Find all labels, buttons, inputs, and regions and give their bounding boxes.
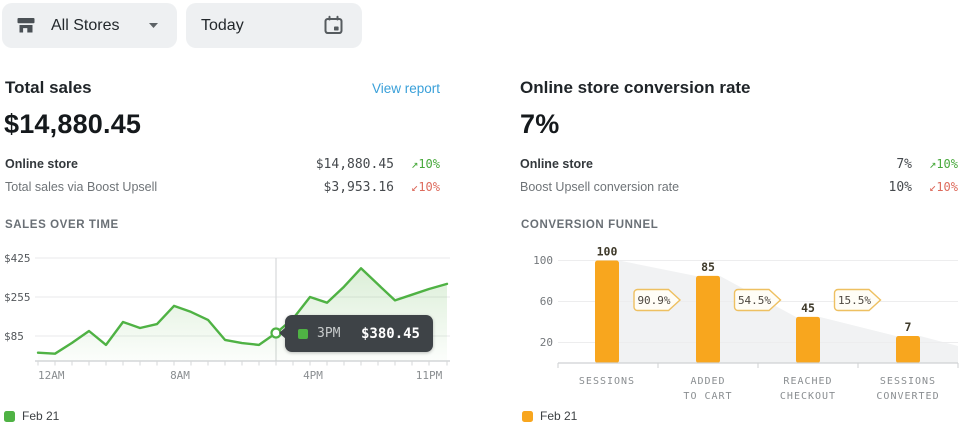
- total-sales-amount: $14,880.45: [4, 109, 141, 140]
- conversion-rate-value: 7%: [520, 109, 559, 140]
- svg-text:$85: $85: [4, 330, 24, 343]
- funnel-bar-value: 45: [801, 301, 815, 315]
- metric-label: Boost Upsell conversion rate: [520, 180, 889, 194]
- legend-label: Feb 21: [22, 409, 59, 423]
- tooltip-series-swatch: [298, 329, 308, 339]
- date-selector-label: Today: [201, 17, 244, 35]
- svg-text:100: 100: [533, 254, 553, 267]
- funnel-stage-percentage: 54.5%: [738, 294, 771, 307]
- view-report-link[interactable]: View report: [358, 81, 440, 96]
- store-selector-label: All Stores: [51, 17, 119, 35]
- funnel-stage-percentage: 15.5%: [838, 294, 871, 307]
- date-range-selector[interactable]: Today: [186, 3, 362, 48]
- svg-text:$255: $255: [4, 291, 31, 304]
- funnel-legend: Feb 21: [522, 409, 577, 423]
- store-selector[interactable]: All Stores: [2, 3, 177, 48]
- metric-value: $14,880.45: [316, 157, 394, 172]
- conversion-row-boost-upsell: Boost Upsell conversion rate 10% ↙10%: [520, 180, 958, 195]
- sales-over-time-heading: SALES OVER TIME: [5, 219, 119, 231]
- y-axis-labels: 100 60 20: [533, 254, 553, 349]
- svg-text:$425: $425: [4, 252, 31, 265]
- funnel-stage-badges: 90.9% 54.5% 15.5%: [634, 290, 881, 311]
- storefront-icon: [16, 16, 36, 35]
- funnel-bar[interactable]: [896, 336, 920, 363]
- svg-text:8AM: 8AM: [170, 369, 190, 382]
- legend-swatch-green: [4, 411, 15, 422]
- x-axis-ticks: [558, 363, 958, 368]
- conversion-funnel-chart[interactable]: 100 85 45 7 90.9% 54.5% 15.5% 100 60 20: [515, 245, 960, 380]
- metric-value: $3,953.16: [324, 180, 394, 195]
- legend-label: Feb 21: [540, 409, 577, 423]
- funnel-bar[interactable]: [696, 276, 720, 363]
- funnel-bar[interactable]: [595, 261, 619, 364]
- tooltip-value: $380.45: [361, 326, 420, 342]
- sales-row-online-store: Online store $14,880.45 ↗10%: [5, 157, 440, 172]
- metric-delta-up: ↗10%: [394, 157, 440, 171]
- analytics-dashboard: All Stores Today Total sales View report…: [0, 0, 960, 431]
- svg-text:11PM: 11PM: [416, 369, 443, 382]
- funnel-stage-percentage: 90.9%: [637, 294, 670, 307]
- svg-text:60: 60: [540, 295, 553, 308]
- calendar-icon: [323, 15, 344, 36]
- funnel-category-label: REACHEDCHECKOUT: [758, 375, 858, 404]
- funnel-stage-badge: 15.5%: [835, 290, 881, 311]
- metric-label: Online store: [5, 157, 316, 171]
- funnel-category-label: SESSIONS: [557, 375, 657, 390]
- funnel-category-label: SESSIONSCONVERTED: [858, 375, 958, 404]
- funnel-bar-value: 85: [701, 260, 715, 274]
- tooltip-time: 3PM: [317, 326, 340, 341]
- metric-value: 10%: [889, 180, 912, 195]
- metric-delta-up: ↗10%: [912, 157, 958, 171]
- sales-row-boost-upsell: Total sales via Boost Upsell $3,953.16 ↙…: [5, 180, 440, 195]
- chart-tooltip: 3PM $380.45: [285, 315, 433, 352]
- x-axis-labels: 12AM 8AM 4PM 11PM: [38, 369, 443, 382]
- svg-text:20: 20: [540, 336, 553, 349]
- metric-label: Online store: [520, 157, 896, 171]
- metric-label: Total sales via Boost Upsell: [5, 180, 324, 194]
- funnel-bar-value: 7: [905, 320, 912, 334]
- conversion-row-online-store: Online store 7% ↗10%: [520, 157, 958, 172]
- svg-text:12AM: 12AM: [38, 369, 65, 382]
- chevron-down-icon: [148, 22, 159, 29]
- svg-text:4PM: 4PM: [303, 369, 323, 382]
- funnel-bar-value: 100: [597, 245, 618, 259]
- funnel-bar[interactable]: [796, 317, 820, 363]
- metric-delta-down: ↙10%: [912, 180, 958, 194]
- metric-delta-down: ↙10%: [394, 180, 440, 194]
- metric-value: 7%: [896, 157, 912, 172]
- total-sales-title: Total sales: [5, 78, 92, 98]
- y-axis-labels: $425 $255 $85: [4, 252, 31, 343]
- sales-legend: Feb 21: [4, 409, 59, 423]
- x-axis-ticks: [38, 361, 447, 366]
- conversion-rate-title: Online store conversion rate: [520, 78, 751, 98]
- legend-swatch-orange: [522, 411, 533, 422]
- conversion-funnel-heading: CONVERSION FUNNEL: [521, 219, 658, 231]
- funnel-category-label: ADDEDTO CART: [658, 375, 758, 404]
